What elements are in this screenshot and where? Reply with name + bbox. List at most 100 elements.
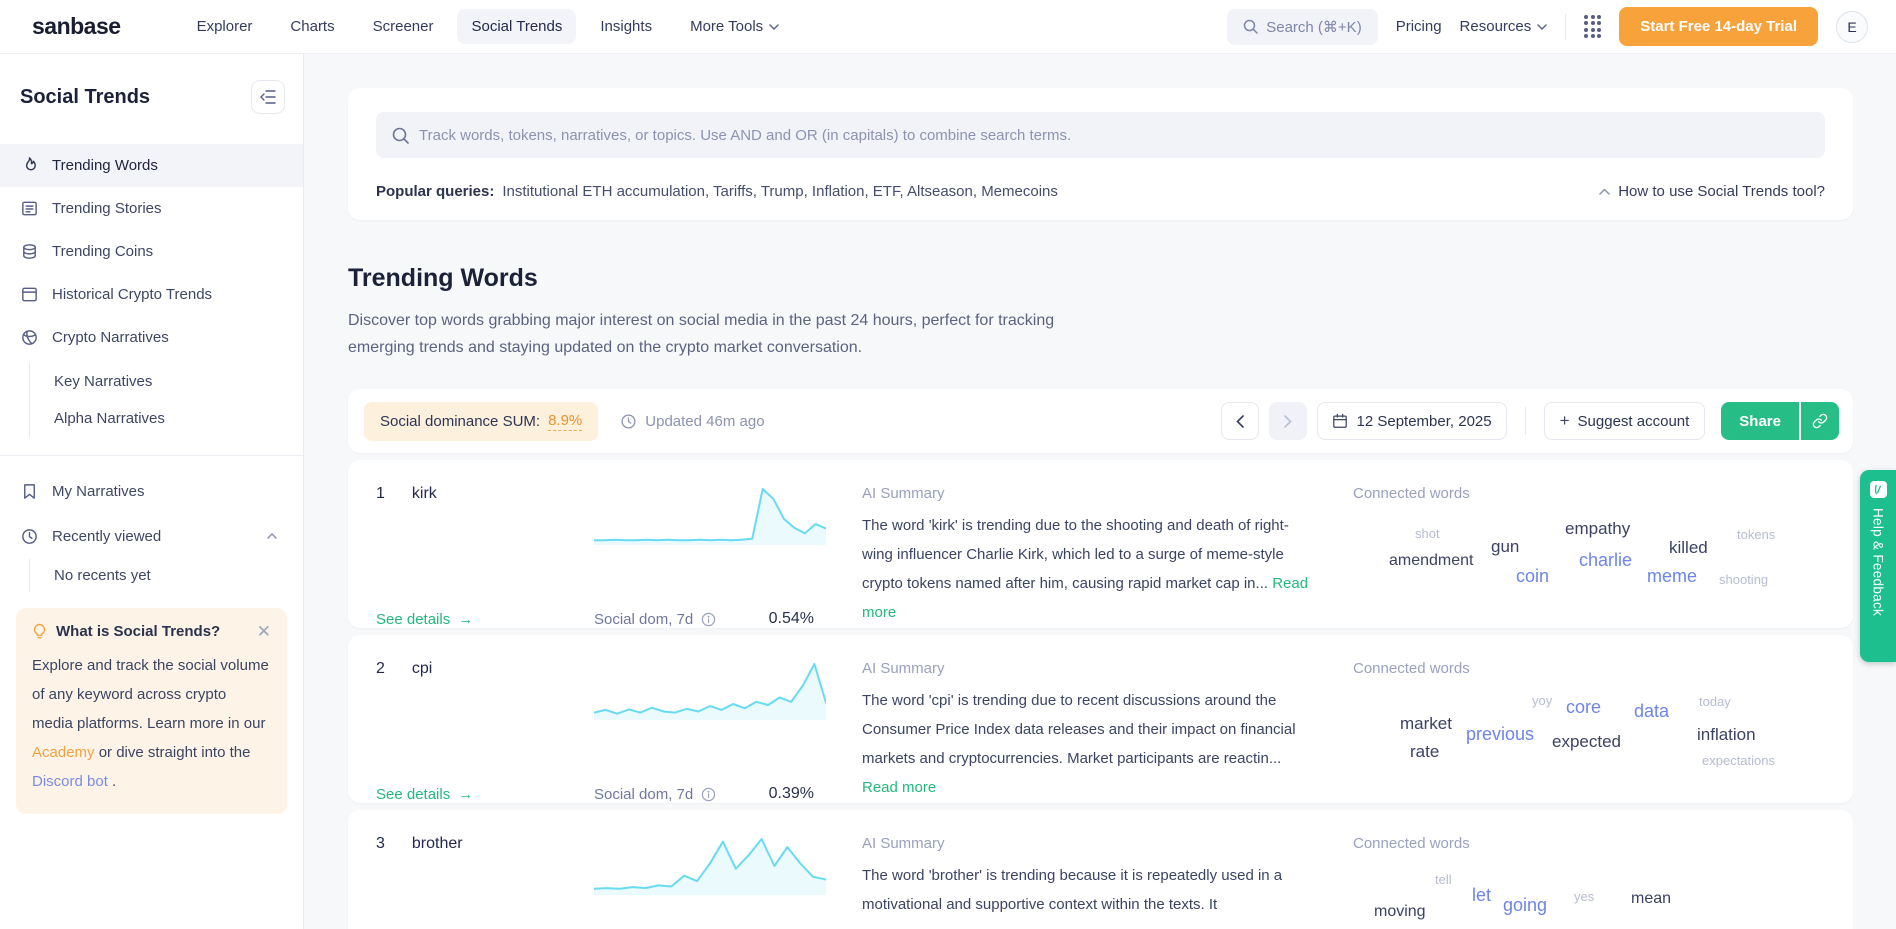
ai-summary-text: The word 'brother' is trending because i… <box>862 862 1325 920</box>
connected-word[interactable]: killed <box>1669 538 1708 558</box>
globe-icon <box>22 330 37 345</box>
connected-word[interactable]: going <box>1503 895 1547 916</box>
connected-word[interactable]: charlie <box>1579 550 1632 571</box>
sidebar-item-label: Recently viewed <box>52 527 162 545</box>
connected-word[interactable]: previous <box>1466 724 1534 745</box>
summary-text: The word 'brother' is trending because i… <box>862 867 1283 914</box>
connected-word[interactable]: tell <box>1435 872 1452 887</box>
sidebar-title: Social Trends <box>20 85 151 108</box>
connected-word[interactable]: shooting <box>1719 572 1768 587</box>
nav-screener[interactable]: Screener <box>359 9 448 44</box>
trend-word[interactable]: brother <box>412 835 463 853</box>
nav-resources[interactable]: Resources <box>1460 18 1548 35</box>
connected-word[interactable]: expected <box>1552 732 1621 752</box>
nav-pricing[interactable]: Pricing <box>1396 18 1442 35</box>
trend-word[interactable]: kirk <box>412 485 437 503</box>
connected-word[interactable]: data <box>1634 701 1669 722</box>
nav-social-trends[interactable]: Social Trends <box>457 9 577 44</box>
global-search-button[interactable]: Search (⌘+K) <box>1227 8 1378 45</box>
info-text: . <box>107 772 117 790</box>
info-icon[interactable] <box>701 612 716 627</box>
sidebar-item-key-narratives[interactable]: Key Narratives <box>30 363 303 400</box>
user-avatar[interactable]: E <box>1836 10 1868 43</box>
nav-more-tools[interactable]: More Tools <box>676 9 793 44</box>
connected-word[interactable]: yes <box>1574 889 1594 904</box>
nav-insights[interactable]: Insights <box>586 9 666 44</box>
sidebar-item-trending-coins[interactable]: Trending Coins <box>0 230 303 273</box>
main-content: Popular queries: Institutional ETH accum… <box>304 54 1896 929</box>
connected-word[interactable]: mean <box>1631 890 1671 908</box>
trend-row: 2 cpi See details → Social dom, 7d 0.39%… <box>348 635 1853 804</box>
howto-link[interactable]: How to use Social Trends tool? <box>1599 183 1825 200</box>
sidebar-item-alpha-narratives[interactable]: Alpha Narratives <box>30 400 303 437</box>
connected-word[interactable]: expectations <box>1702 753 1775 768</box>
connected-word[interactable]: core <box>1566 697 1601 718</box>
copy-link-button[interactable] <box>1801 402 1839 441</box>
connected-word[interactable]: shot <box>1415 526 1440 541</box>
book-icon <box>1869 481 1887 498</box>
academy-link[interactable]: Academy <box>32 744 95 761</box>
sidebar-item-trending-stories[interactable]: Trending Stories <box>0 187 303 230</box>
updated-text: Updated 46m ago <box>645 412 765 430</box>
connected-word[interactable]: coin <box>1516 566 1549 587</box>
suggest-account-button[interactable]: + Suggest account <box>1543 402 1706 441</box>
connected-word[interactable]: today <box>1699 694 1731 709</box>
help-feedback-tab[interactable]: Help & Feedback <box>1860 470 1896 662</box>
trend-word[interactable]: cpi <box>412 660 432 678</box>
info-card-title: What is Social Trends? <box>56 623 221 640</box>
see-details-label: See details <box>376 611 451 629</box>
connected-word[interactable]: moving <box>1374 903 1426 921</box>
read-more-link[interactable]: Read more <box>862 779 936 796</box>
trends-search-box[interactable] <box>376 112 1825 158</box>
sparkline-chart <box>594 487 834 546</box>
sidebar-item-historical-crypto-trends[interactable]: Historical Crypto Trends <box>0 273 303 316</box>
search-icon <box>392 127 409 144</box>
sanbase-logo[interactable]: sanbase <box>32 13 121 40</box>
discord-bot-link[interactable]: Discord bot <box>32 773 108 790</box>
start-trial-button[interactable]: Start Free 14-day Trial <box>1619 7 1818 46</box>
date-picker-button[interactable]: 12 September, 2025 <box>1316 402 1507 441</box>
ai-summary-label: AI Summary <box>862 835 945 853</box>
bookmark-icon <box>24 484 35 499</box>
updated-status: Updated 46m ago <box>620 412 765 430</box>
sidebar-item-crypto-narratives[interactable]: Crypto Narratives <box>0 316 303 359</box>
dominance-value: 0.39% <box>768 785 814 803</box>
dominance-value: 0.54% <box>768 610 814 628</box>
connected-word[interactable]: gun <box>1491 537 1519 557</box>
dominance-value[interactable]: 8.9% <box>548 412 583 431</box>
close-icon[interactable]: ✕ <box>257 623 271 640</box>
connected-word[interactable]: amendment <box>1389 552 1474 570</box>
see-details-link[interactable]: See details → <box>376 786 566 803</box>
connected-word[interactable]: tokens <box>1737 527 1775 542</box>
collapse-recents-button[interactable] <box>261 525 283 547</box>
next-day-button[interactable] <box>1268 402 1307 441</box>
nav-explorer[interactable]: Explorer <box>183 9 267 44</box>
connected-words-cloud: tell let going yes mean moving <box>1353 858 1825 929</box>
share-button[interactable]: Share <box>1721 402 1799 441</box>
news-icon <box>22 201 37 216</box>
nav-more-tools-label: More Tools <box>690 18 764 35</box>
popular-queries-list[interactable]: Institutional ETH accumulation, Tariffs,… <box>502 183 1058 200</box>
connected-word[interactable]: yoy <box>1532 693 1552 708</box>
sidebar: Social Trends Trending Words Trending St… <box>0 54 304 929</box>
info-icon[interactable] <box>701 787 716 802</box>
apps-grid-icon[interactable] <box>1584 14 1602 39</box>
nav-charts[interactable]: Charts <box>276 9 348 44</box>
sidebar-item-my-narratives[interactable]: My Narratives <box>0 470 303 513</box>
connected-word[interactable]: inflation <box>1697 725 1756 745</box>
trend-row: 3 brother See details → Social dom, 7d A… <box>348 810 1853 929</box>
see-details-link[interactable]: See details → <box>376 611 566 628</box>
connected-word[interactable]: let <box>1472 885 1491 906</box>
chevron-up-icon <box>1599 188 1610 195</box>
sidebar-item-trending-words[interactable]: Trending Words <box>0 144 303 187</box>
connected-word[interactable]: meme <box>1647 566 1697 587</box>
sidebar-item-recently-viewed[interactable]: Recently viewed <box>0 513 303 559</box>
connected-word[interactable]: rate <box>1410 742 1439 762</box>
prev-day-button[interactable] <box>1220 402 1259 441</box>
connected-word[interactable]: empathy <box>1565 519 1630 539</box>
popular-queries-label: Popular queries: <box>376 183 495 200</box>
sidebar-collapse-button[interactable] <box>251 80 285 114</box>
connected-word[interactable]: market <box>1400 714 1452 734</box>
trends-search-input[interactable] <box>419 126 1809 144</box>
info-card-body: Explore and track the social volume of a… <box>32 652 271 797</box>
